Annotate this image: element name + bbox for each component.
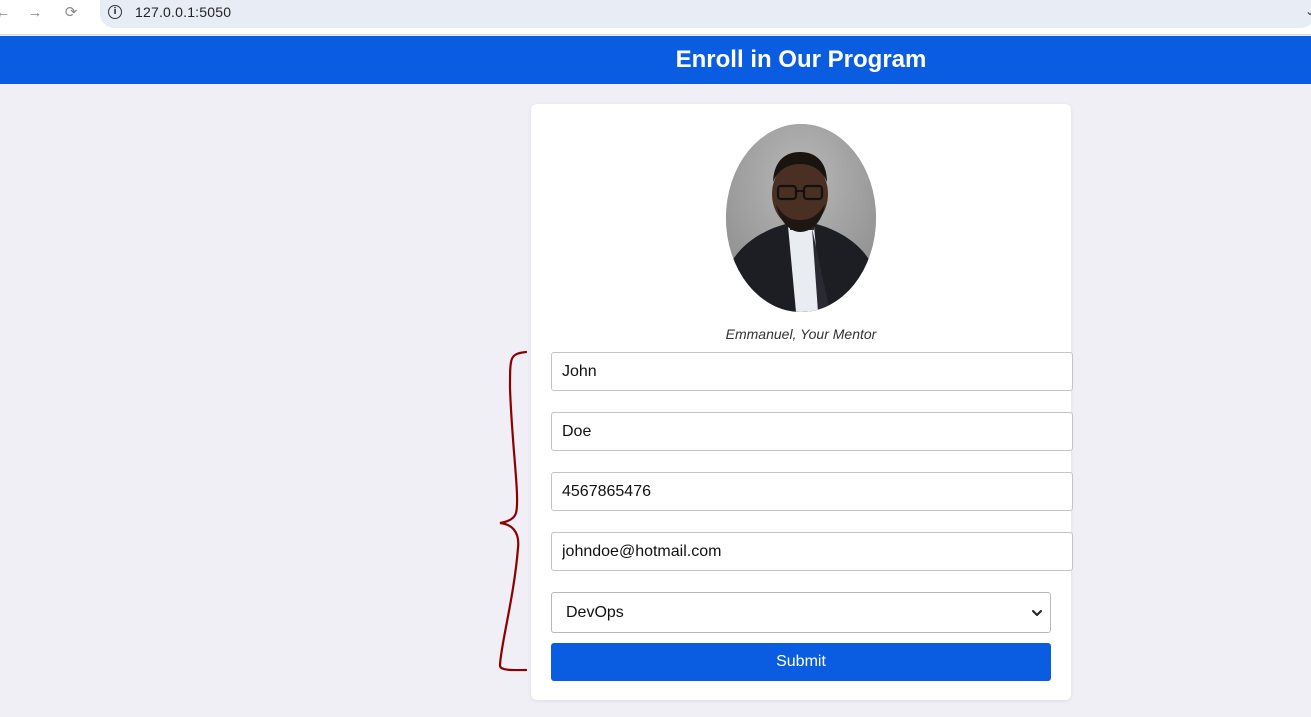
chevron-down-icon bbox=[1032, 610, 1042, 616]
program-select[interactable]: DevOps bbox=[551, 592, 1051, 633]
mentor-caption: Emmanuel, Your Mentor bbox=[725, 326, 877, 342]
email-input[interactable] bbox=[551, 532, 1073, 571]
annotation-bracket bbox=[498, 350, 528, 672]
phone-input[interactable] bbox=[551, 472, 1073, 511]
first-name-input[interactable] bbox=[551, 352, 1073, 391]
mentor-photo bbox=[726, 124, 876, 312]
extension-icon[interactable]: ⌄ bbox=[1305, 4, 1311, 18]
submit-button[interactable]: Submit bbox=[551, 643, 1051, 681]
forward-arrow-icon[interactable]: → bbox=[24, 4, 46, 22]
url-text[interactable]: 127.0.0.1:5050 bbox=[135, 4, 231, 20]
back-arrow-icon[interactable]: ← bbox=[0, 4, 14, 22]
site-header: Enroll in Our Program bbox=[0, 36, 1311, 84]
last-name-input[interactable] bbox=[551, 412, 1073, 451]
program-select-value: DevOps bbox=[566, 604, 624, 621]
address-bar[interactable]: i 127.0.0.1:5050 ⌄ bbox=[100, 0, 1311, 28]
reload-icon[interactable]: ⟳ bbox=[60, 4, 82, 22]
page-title: Enroll in Our Program bbox=[675, 46, 927, 73]
browser-toolbar: ← → ⟳ i 127.0.0.1:5050 ⌄ bbox=[0, 0, 1311, 35]
enroll-card: Emmanuel, Your Mentor DevOps Submit bbox=[531, 104, 1073, 700]
info-icon[interactable]: i bbox=[108, 5, 122, 19]
